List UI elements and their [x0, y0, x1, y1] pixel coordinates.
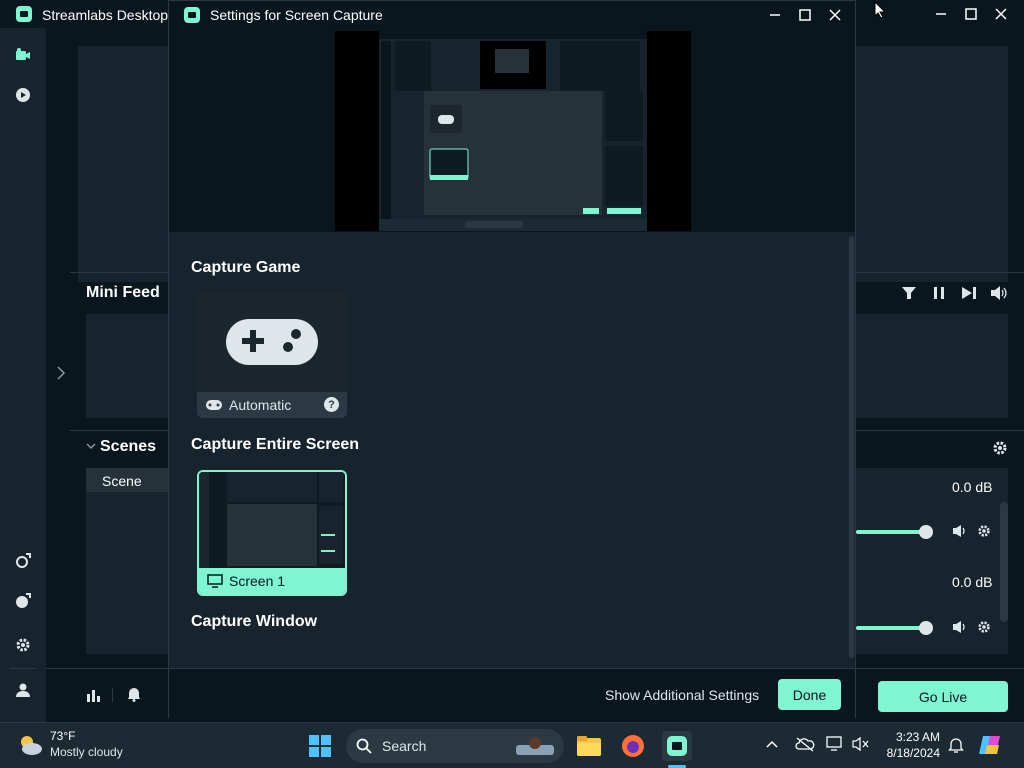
windows-taskbar: 73°F Mostly cloudy Search 3:23 AM 8/18/2…: [0, 722, 1024, 768]
streamlabs-taskbar-icon[interactable]: [662, 731, 692, 761]
channel1-slider-knob[interactable]: [919, 525, 933, 539]
clock-date[interactable]: 8/18/2024: [876, 746, 940, 760]
channel1-volume-slider[interactable]: [856, 530, 926, 534]
display-icon[interactable]: [826, 736, 844, 752]
weather-cloud-icon[interactable]: [16, 733, 44, 757]
themes-icon[interactable]: [12, 590, 34, 612]
scene-item[interactable]: Scene: [86, 468, 168, 492]
weather-temp[interactable]: 73°F: [50, 729, 75, 743]
screen-1-label-bar: Screen 1: [199, 568, 345, 594]
capture-entire-screen-title: Capture Entire Screen: [191, 436, 360, 453]
capture-preview-image: [335, 31, 691, 231]
automatic-label-bar: Automatic ?: [197, 392, 347, 418]
mini-feed-panel: [86, 314, 168, 418]
nav-divider: [10, 668, 36, 669]
mixer-settings-gear-icon[interactable]: [992, 440, 1008, 456]
done-button[interactable]: Done: [778, 679, 841, 710]
dialog-close-icon[interactable]: [824, 5, 846, 25]
mouse-cursor-icon: [874, 1, 886, 19]
dialog-body: Capture Game Automatic ? Capture Entire …: [169, 232, 855, 668]
channel2-slider-knob[interactable]: [919, 621, 933, 635]
play-icon[interactable]: [12, 84, 34, 106]
onedrive-offline-icon[interactable]: [795, 736, 815, 752]
mixer-scrollbar[interactable]: [1000, 502, 1008, 622]
minimize-icon[interactable]: [930, 4, 952, 24]
capture-game-title: Capture Game: [191, 259, 301, 276]
capture-screen-1-card[interactable]: Screen 1: [197, 470, 347, 596]
maximize-icon[interactable]: [960, 4, 982, 24]
left-nav-bar: [0, 28, 46, 722]
filter-icon[interactable]: [901, 286, 917, 300]
close-icon[interactable]: [990, 4, 1012, 24]
show-additional-settings-link[interactable]: Show Additional Settings: [605, 687, 759, 703]
user-icon[interactable]: [12, 679, 34, 701]
channel2-gear-icon[interactable]: [977, 620, 991, 634]
clock-time[interactable]: 3:23 AM: [884, 730, 940, 744]
scenes-collapse-icon[interactable]: [86, 441, 96, 451]
streamlabs-logo-icon: [184, 7, 200, 23]
screen-1-label: Screen 1: [229, 573, 286, 589]
small-gamepad-icon: [206, 400, 222, 410]
channel1-gear-icon[interactable]: [977, 524, 991, 538]
help-icon[interactable]: ?: [324, 397, 339, 412]
notifications-bell-icon[interactable]: [127, 686, 141, 702]
file-explorer-icon[interactable]: [574, 731, 604, 761]
editor-preview-right: [856, 46, 1008, 282]
go-live-button[interactable]: Go Live: [878, 681, 1008, 712]
search-icon: [356, 738, 372, 754]
channel2-db: 0.0 dB: [952, 574, 993, 590]
scenes-list: Scene: [86, 468, 168, 654]
windows-start-icon[interactable]: [305, 731, 335, 761]
gamepad-icon: [226, 319, 318, 365]
gamepad-thumbnail: [197, 292, 347, 392]
weather-desc[interactable]: Mostly cloudy: [50, 745, 123, 759]
dialog-title: Settings for Screen Capture: [210, 7, 383, 23]
expand-chevron-icon[interactable]: [56, 366, 66, 380]
channel2-volume-slider[interactable]: [856, 626, 926, 630]
settings-gear-icon[interactable]: [12, 634, 34, 656]
screen-1-thumbnail: [199, 472, 345, 568]
taskbar-search-box[interactable]: Search: [346, 729, 564, 763]
editor-icon[interactable]: [12, 44, 34, 66]
dialog-footer: Show Additional Settings Done: [169, 668, 855, 718]
network-volume-icon[interactable]: [852, 736, 870, 752]
scenes-title: Scenes: [100, 438, 157, 455]
streamlabs-logo-icon: [16, 6, 32, 22]
app-title: Streamlabs Desktop: [42, 7, 169, 23]
search-placeholder: Search: [382, 738, 427, 754]
copilot-icon[interactable]: [978, 732, 1004, 758]
automatic-label: Automatic: [229, 397, 292, 413]
mini-feed-panel-right: [856, 314, 1008, 418]
dialog-minimize-icon[interactable]: [764, 5, 786, 25]
skip-icon[interactable]: [961, 286, 977, 300]
capture-preview: [335, 31, 691, 231]
firefox-icon[interactable]: [618, 731, 648, 761]
search-highlight-icon: [516, 737, 554, 755]
highlighter-icon[interactable]: [12, 550, 34, 572]
channel1-db: 0.0 dB: [952, 479, 993, 495]
divider: [112, 688, 113, 702]
notification-bell-icon[interactable]: [948, 736, 964, 754]
performance-stats-icon[interactable]: [86, 688, 102, 702]
dialog-scrollbar[interactable]: [849, 236, 854, 658]
channel2-speaker-icon[interactable]: [952, 620, 968, 634]
capture-window-title: Capture Window: [191, 613, 318, 630]
dialog-maximize-icon[interactable]: [794, 5, 816, 25]
mini-feed-title: Mini Feed: [86, 284, 160, 301]
channel1-speaker-icon[interactable]: [952, 524, 968, 538]
show-hidden-icons-chevron-icon[interactable]: [766, 739, 778, 749]
capture-game-automatic-card[interactable]: Automatic ?: [197, 292, 347, 418]
monitor-icon: [207, 574, 223, 588]
dialog-titlebar: Settings for Screen Capture: [169, 1, 855, 29]
screen-capture-settings-dialog: Settings for Screen Capture Capture Game…: [168, 0, 856, 718]
volume-icon[interactable]: [990, 285, 1008, 301]
editor-preview-left: [78, 46, 168, 282]
pause-icon[interactable]: [933, 286, 945, 300]
